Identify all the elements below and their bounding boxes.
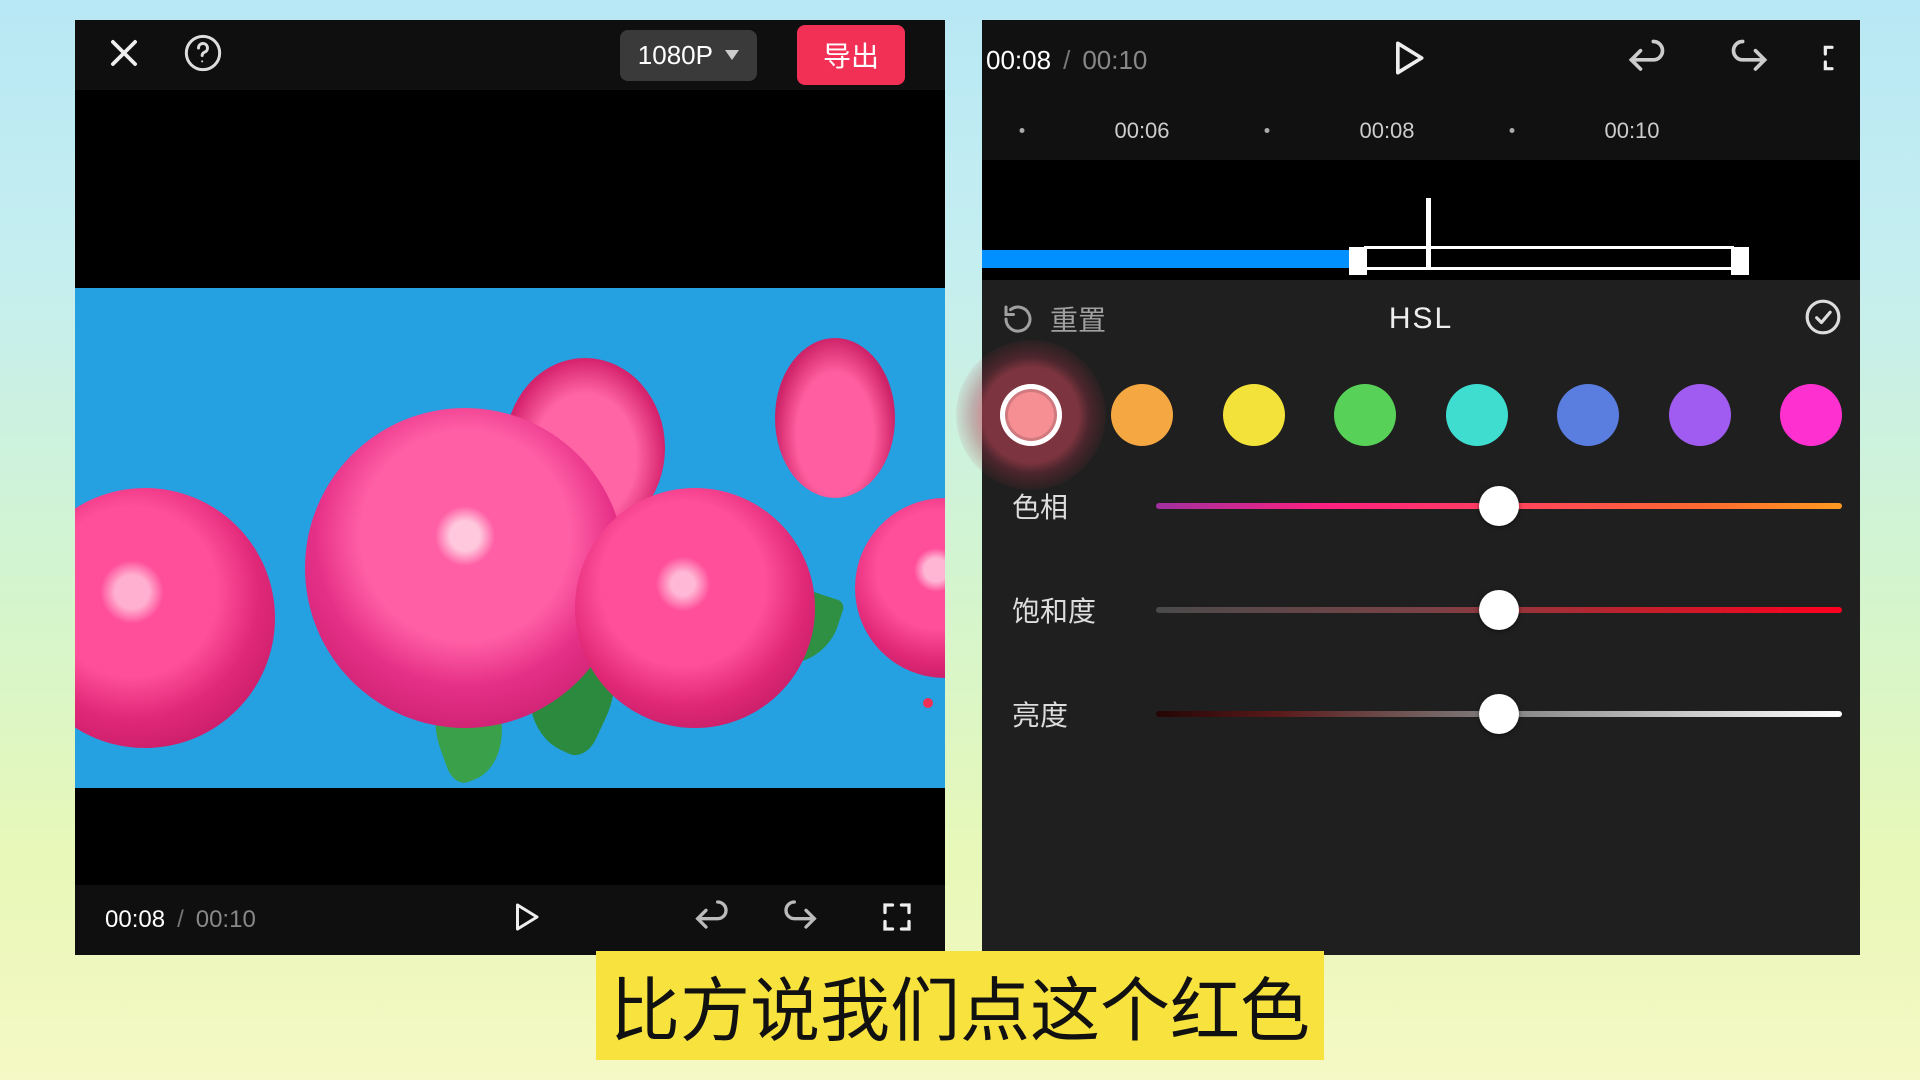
luminance-slider-row: 亮度 (1012, 694, 1842, 734)
hue-label: 色相 (1012, 486, 1122, 526)
time-total: 00:10 (196, 906, 256, 934)
preview-frame (75, 288, 945, 788)
time-total: 00:10 (1082, 45, 1147, 76)
right-transport-bar: 00:08 / 00:10 (982, 20, 1860, 100)
undo-icon[interactable] (691, 897, 731, 944)
hsl-panel: 重置 HSL 色相 饱和度 亮度 (982, 280, 1860, 955)
color-swatch-yellow[interactable] (1223, 384, 1285, 446)
left-transport-bar: 00:08 / 00:10 (75, 885, 945, 955)
subtitle-caption: 比方说我们点这个红色 (596, 951, 1324, 1060)
play-icon[interactable] (507, 899, 543, 942)
time-current: 00:08 (105, 906, 165, 934)
fullscreen-icon[interactable] (1820, 40, 1852, 81)
hue-slider-row: 色相 (1012, 486, 1842, 526)
hue-thumb[interactable] (1479, 486, 1519, 526)
timeline-ruler[interactable]: 00:06 00:08 00:10 (982, 100, 1860, 160)
undo-icon[interactable] (1624, 36, 1668, 85)
color-swatch-cyan[interactable] (1446, 384, 1508, 446)
resolution-dropdown[interactable]: 1080P (620, 30, 757, 81)
color-swatch-orange[interactable] (1111, 384, 1173, 446)
color-swatch-purple[interactable] (1669, 384, 1731, 446)
play-icon[interactable] (1385, 36, 1429, 85)
editor-left-pane: 1080P 导出 00:08 / 00:10 (75, 20, 945, 955)
help-icon[interactable] (183, 33, 223, 78)
resolution-label: 1080P (638, 40, 713, 71)
panel-title: HSL (1389, 302, 1453, 336)
reset-button[interactable]: 重置 (1000, 299, 1106, 339)
playhead[interactable] (1426, 198, 1431, 268)
ruler-tick: 00:08 (1359, 118, 1414, 144)
hsl-color-row (982, 354, 1860, 476)
reset-label: 重置 (1050, 299, 1106, 339)
selection-handle-right[interactable] (1731, 247, 1749, 275)
hue-slider[interactable] (1156, 503, 1842, 509)
color-swatch-green[interactable] (1334, 384, 1396, 446)
time-current: 00:08 (986, 45, 1051, 76)
luminance-thumb[interactable] (1479, 694, 1519, 734)
fullscreen-icon[interactable] (879, 899, 915, 942)
close-icon[interactable] (105, 34, 143, 77)
time-separator: / (1063, 45, 1070, 76)
export-button[interactable]: 导出 (797, 25, 905, 85)
editor-right-pane: 00:08 / 00:10 00:06 00:08 00:10 (982, 20, 1860, 955)
ruler-tick: 00:06 (1114, 118, 1169, 144)
video-clip[interactable] (982, 250, 1362, 268)
video-preview[interactable] (75, 90, 945, 885)
ruler-tick: 00:10 (1604, 118, 1659, 144)
selection-range[interactable] (1364, 246, 1734, 270)
confirm-icon[interactable] (1804, 298, 1842, 341)
luminance-label: 亮度 (1012, 694, 1122, 734)
redo-icon[interactable] (1728, 36, 1772, 85)
luminance-slider[interactable] (1156, 711, 1842, 717)
saturation-slider-row: 饱和度 (1012, 590, 1842, 630)
saturation-label: 饱和度 (1012, 590, 1122, 630)
left-header: 1080P 导出 (75, 20, 945, 90)
time-separator: / (177, 906, 184, 934)
timeline-track[interactable] (982, 160, 1860, 280)
hsl-sliders: 色相 饱和度 亮度 (982, 476, 1860, 734)
color-swatch-blue[interactable] (1557, 384, 1619, 446)
hsl-header: 重置 HSL (982, 284, 1860, 354)
saturation-thumb[interactable] (1479, 590, 1519, 630)
redo-icon[interactable] (781, 897, 821, 944)
saturation-slider[interactable] (1156, 607, 1842, 613)
color-swatch-magenta[interactable] (1780, 384, 1842, 446)
selection-handle-left[interactable] (1349, 247, 1367, 275)
color-swatch-red[interactable] (1000, 384, 1062, 446)
chevron-down-icon (725, 50, 739, 60)
